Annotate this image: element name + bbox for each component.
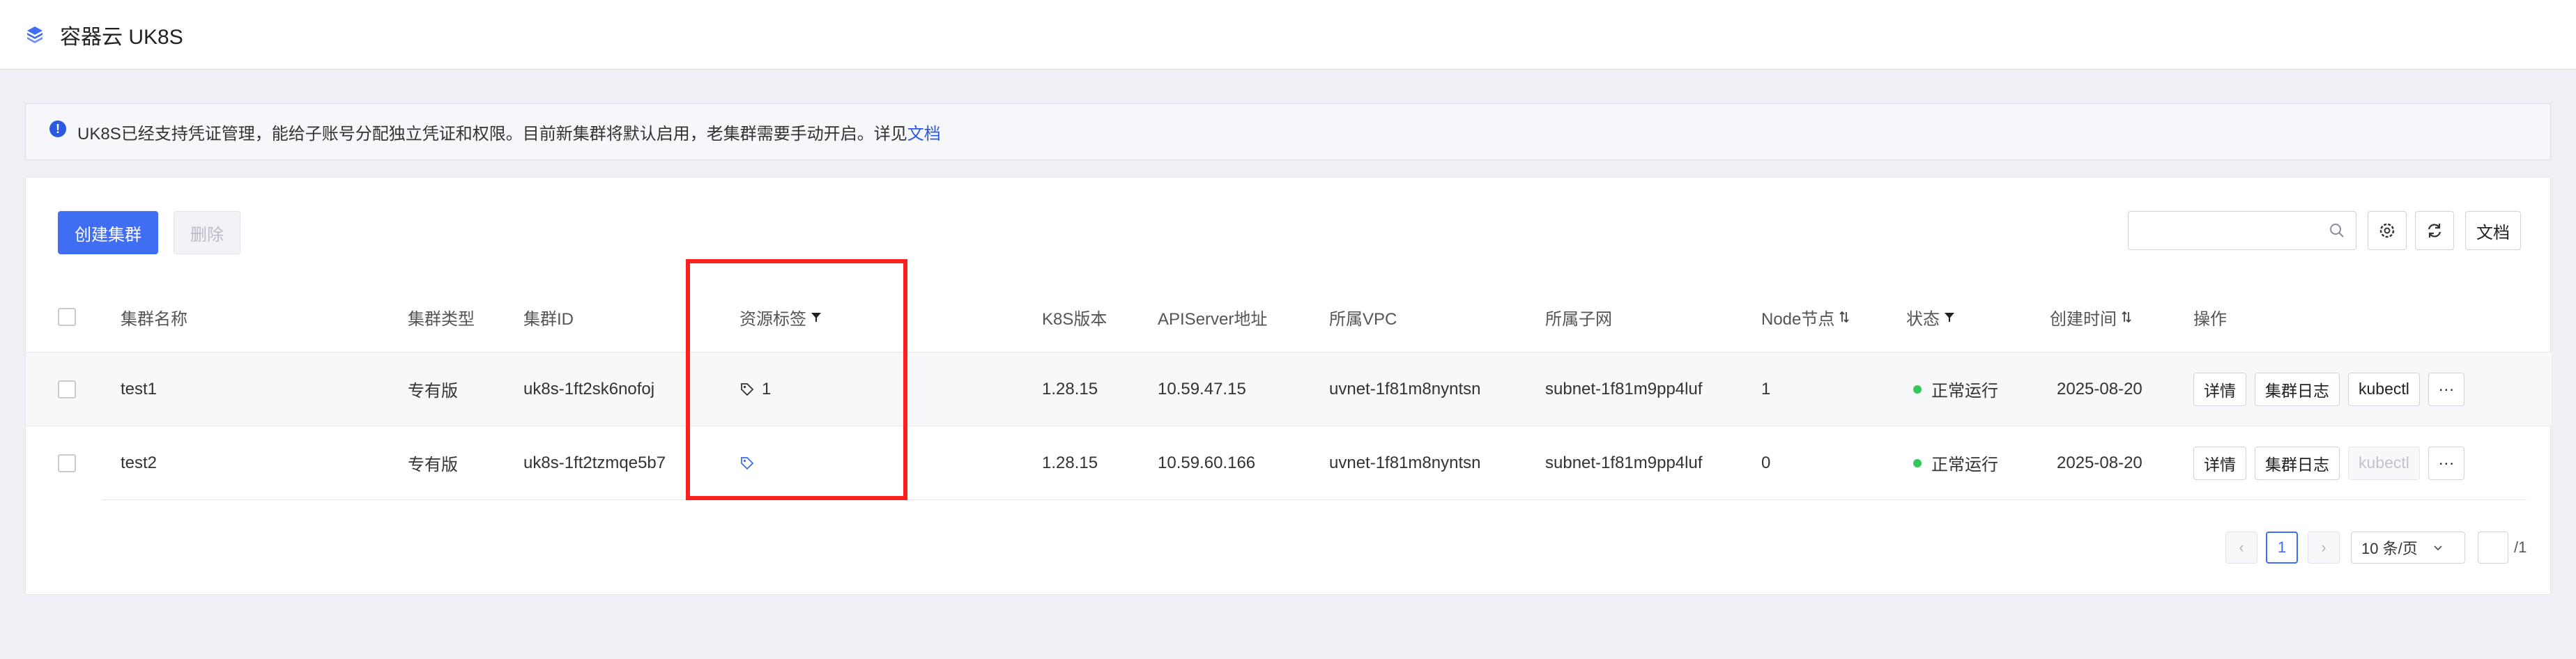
filter-icon[interactable] xyxy=(1942,310,1956,324)
prev-page-button[interactable]: ‹ xyxy=(2225,532,2257,564)
row-actions: 详情 集群日志 kubectl ··· xyxy=(2193,352,2473,426)
page-total: /1 xyxy=(2514,538,2527,556)
status-text: 正常运行 xyxy=(1931,456,1998,474)
col-id: 集群ID xyxy=(523,309,574,329)
resource-tag[interactable] xyxy=(739,426,755,499)
col-apiserver: APIServer地址 xyxy=(1158,309,1268,329)
col-created-label: 创建时间 xyxy=(2050,309,2117,329)
next-page-button[interactable]: › xyxy=(2308,532,2340,564)
col-subnet: 所属子网 xyxy=(1545,309,1612,329)
created-time: 2025-08-20 xyxy=(2057,379,2142,398)
search-icon[interactable] xyxy=(2329,223,2345,238)
notice-doc-link[interactable]: 文档 xyxy=(907,120,941,144)
cluster-log-button[interactable]: 集群日志 xyxy=(2255,446,2340,480)
status-badge: 正常运行 xyxy=(1913,426,1998,499)
select-all-checkbox[interactable] xyxy=(58,282,76,352)
more-button[interactable]: ··· xyxy=(2428,372,2464,406)
table-header-row: 集群名称 集群类型 集群ID 资源标签 K8S版本 APIServer地址 所属… xyxy=(26,282,2552,352)
status-dot-icon xyxy=(1913,385,1922,394)
kubectl-button[interactable]: kubectl xyxy=(2348,372,2420,406)
cluster-log-button[interactable]: 集群日志 xyxy=(2255,372,2340,406)
col-nodes-label: Node节点 xyxy=(1761,309,1835,329)
table-row: test1 专有版 uk8s-1ft2sk6nofoj 1 1.28.15 10… xyxy=(26,352,2552,426)
tag-icon xyxy=(741,382,754,396)
cluster-name: test1 xyxy=(121,379,158,398)
sort-icon[interactable] xyxy=(1837,309,1851,325)
k8s-version: 1.28.15 xyxy=(1042,379,1098,398)
status-badge: 正常运行 xyxy=(1913,352,1998,426)
cluster-id[interactable]: uk8s-1ft2tzmqe5b7 xyxy=(523,426,666,499)
vpc-id[interactable]: uvnet-1f81m8nyntsn xyxy=(1329,352,1480,426)
table-row: test2 专有版 uk8s-1ft2tzmqe5b7 1.28.15 10.5… xyxy=(26,426,2552,499)
notice-text: UK8S已经支持凭证管理，能给子账号分配独立凭证和权限。目前新集群将默认启用，老… xyxy=(77,124,907,144)
tag-icon[interactable] xyxy=(739,456,755,471)
app-header: 容器云 UK8S xyxy=(0,0,2576,70)
apiserver-address: 10.59.60.166 xyxy=(1158,453,1256,472)
tag-count: 1 xyxy=(762,379,772,398)
cluster-name: test2 xyxy=(121,453,158,472)
settings-button[interactable] xyxy=(2368,211,2407,250)
page-size-value: 10 条/页 xyxy=(2361,540,2418,557)
detail-button[interactable]: 详情 xyxy=(2193,446,2246,480)
search-box[interactable] xyxy=(2128,211,2356,250)
create-cluster-button[interactable]: 创建集群 xyxy=(58,211,158,254)
cluster-type: 专有版 xyxy=(408,382,458,401)
col-status-label: 状态 xyxy=(1906,309,1940,329)
more-button[interactable]: ··· xyxy=(2428,446,2464,480)
subnet-id[interactable]: subnet-1f81m9pp4luf xyxy=(1545,352,1703,426)
cluster-id[interactable]: uk8s-1ft2sk6nofoj xyxy=(523,352,654,426)
row-checkbox[interactable] xyxy=(58,352,76,426)
gear-icon xyxy=(2379,223,2395,238)
col-tags-label: 资源标签 xyxy=(739,309,806,329)
page-number-current[interactable]: 1 xyxy=(2266,532,2298,564)
cube-icon xyxy=(27,26,43,43)
info-icon: ! xyxy=(49,121,66,137)
chevron-down-icon xyxy=(2434,545,2442,551)
row-checkbox[interactable] xyxy=(58,426,76,499)
col-vpc: 所属VPC xyxy=(1329,309,1397,329)
kubectl-button[interactable]: kubectl xyxy=(2348,446,2420,480)
page-size-select[interactable]: 10 条/页 xyxy=(2351,532,2465,564)
vpc-id[interactable]: uvnet-1f81m8nyntsn xyxy=(1329,426,1480,499)
col-name: 集群名称 xyxy=(121,309,187,329)
status-dot-icon xyxy=(1913,458,1922,467)
delete-button[interactable]: 删除 xyxy=(174,211,240,254)
created-time: 2025-08-20 xyxy=(2057,453,2142,472)
page-jump-input[interactable] xyxy=(2478,532,2508,564)
search-input[interactable] xyxy=(2129,212,2324,248)
col-type: 集群类型 xyxy=(408,309,475,329)
refresh-button[interactable] xyxy=(2415,211,2454,250)
doc-button[interactable]: 文档 xyxy=(2465,211,2521,250)
row-actions: 详情 集群日志 kubectl ··· xyxy=(2193,426,2473,499)
cluster-type: 专有版 xyxy=(408,456,458,474)
filter-icon[interactable] xyxy=(809,310,823,324)
col-ops: 操作 xyxy=(2193,309,2227,329)
detail-button[interactable]: 详情 xyxy=(2193,372,2246,406)
refresh-icon xyxy=(2428,224,2441,238)
node-count: 0 xyxy=(1761,453,1771,472)
col-created[interactable]: 创建时间 xyxy=(2050,282,2133,352)
notice-banner: ! UK8S已经支持凭证管理，能给子账号分配独立凭证和权限。目前新集群将默认启用… xyxy=(25,103,2551,160)
cluster-list-card: 创建集群 删除 文档 集群名称 集群类型 集群ID 资源标签 K8S版本 API… xyxy=(25,177,2552,595)
k8s-version: 1.28.15 xyxy=(1042,453,1098,472)
col-tags: 资源标签 xyxy=(739,282,823,352)
col-nodes[interactable]: Node节点 xyxy=(1761,282,1851,352)
col-version: K8S版本 xyxy=(1042,309,1107,329)
table-divider xyxy=(102,499,2527,500)
subnet-id[interactable]: subnet-1f81m9pp4luf xyxy=(1545,426,1703,499)
resource-tag[interactable]: 1 xyxy=(739,352,771,426)
sort-icon[interactable] xyxy=(2119,309,2133,325)
status-text: 正常运行 xyxy=(1931,382,1998,401)
col-status[interactable]: 状态 xyxy=(1906,282,1956,352)
app-title: 容器云 UK8S xyxy=(60,25,183,49)
apiserver-address: 10.59.47.15 xyxy=(1158,379,1246,398)
node-count: 1 xyxy=(1761,379,1771,398)
